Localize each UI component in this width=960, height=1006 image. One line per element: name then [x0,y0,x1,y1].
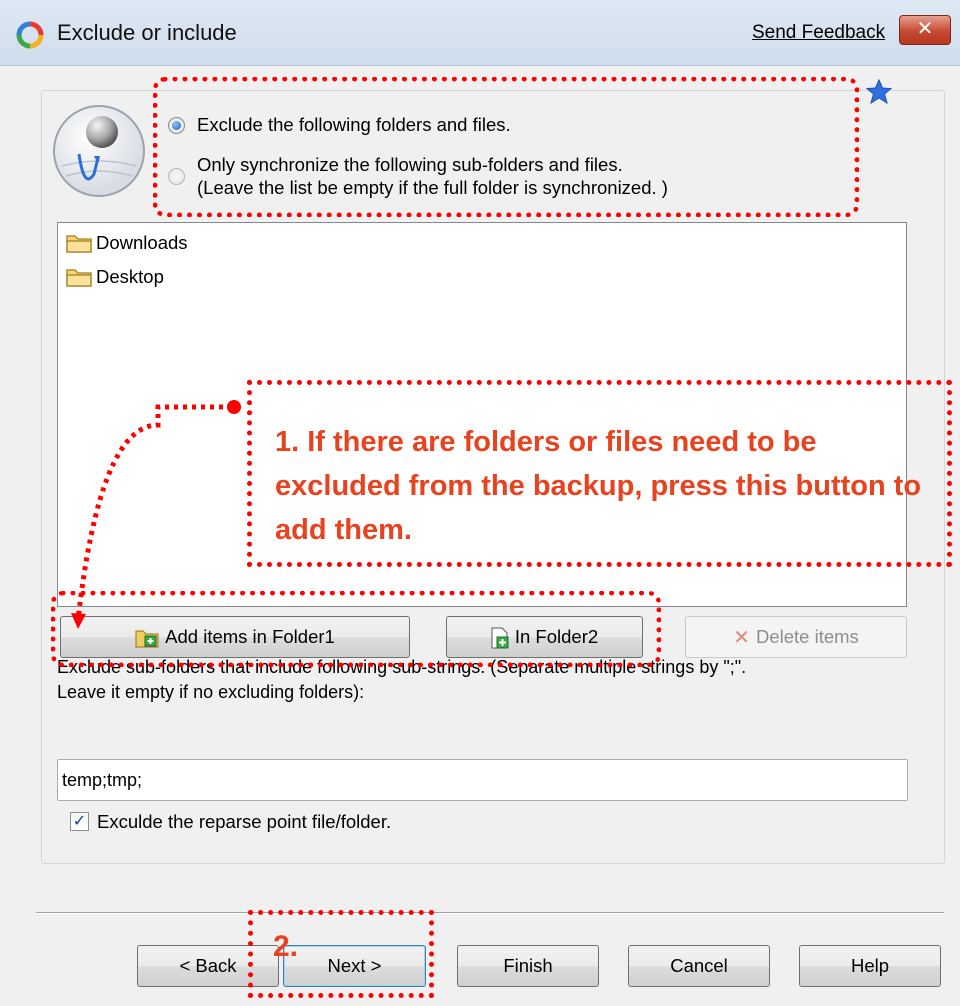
list-item-label: Desktop [96,266,164,287]
back-label: < Back [179,955,237,976]
footer-separator [36,912,944,914]
reparse-checkbox-label: Exculde the reparse point file/folder. [97,811,392,832]
send-feedback-link[interactable]: Send Feedback [752,22,885,44]
help-label: Help [850,955,890,976]
reparse-checkbox[interactable]: ✓ [70,812,89,831]
list-item-label: Downloads [96,232,188,253]
sync-globe-icon [53,105,145,197]
finish-button[interactable]: Finish [457,945,599,987]
delete-x-icon: ✕ [733,627,750,650]
annotation-step2-text: 2. [273,930,299,963]
star-icon [865,78,893,105]
close-button[interactable]: ✕ [899,15,951,45]
cancel-button[interactable]: Cancel [628,945,770,987]
finish-label: Finish [503,955,553,976]
app-logo-icon [16,21,44,49]
cancel-label: Cancel [670,955,728,976]
help-button[interactable]: Help [799,945,941,987]
delete-items-label: Delete items [755,626,859,647]
folder-icon [66,269,92,287]
window-title: Exclude or include [57,20,237,45]
exclude-substrings-input[interactable] [57,759,908,801]
annotation-arrow [71,400,241,629]
annotation-radio-box [153,77,859,217]
exclude-desc-line2: Leave it empty if no excluding folders): [57,682,365,702]
close-icon: ✕ [916,18,934,40]
annotation-step1-text: 1. If there are folders or files need to… [275,426,922,546]
folder-icon [66,235,92,253]
delete-items-button[interactable]: ✕ Delete items [685,616,907,658]
